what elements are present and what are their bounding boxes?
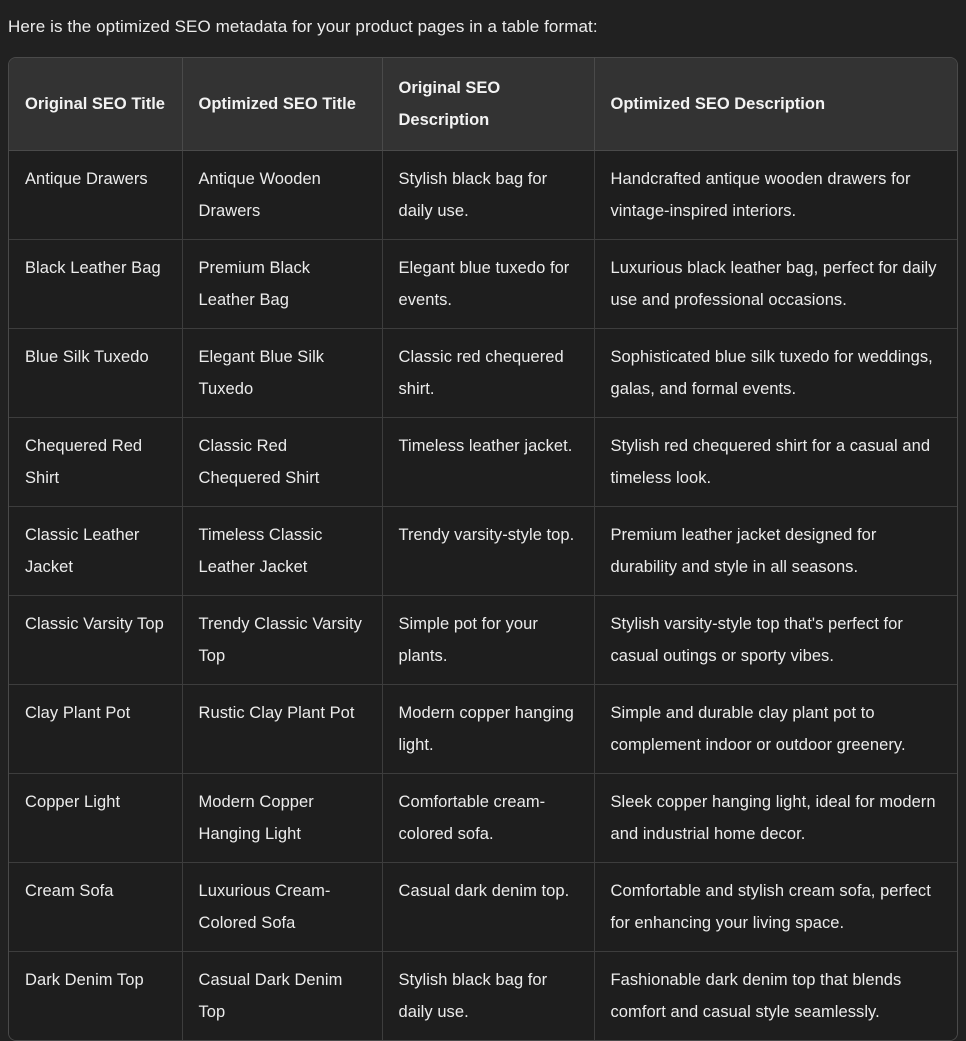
table-row: Clay Plant Pot Rustic Clay Plant Pot Mod…	[9, 684, 957, 774]
table-row: Chequered Red Shirt Classic Red Chequere…	[9, 417, 957, 507]
cell-optimized-description: Handcrafted antique wooden drawers for v…	[594, 150, 957, 240]
cell-optimized-title: Elegant Blue Silk Tuxedo	[182, 328, 383, 418]
intro-paragraph: Here is the optimized SEO metadata for y…	[8, 17, 598, 36]
assistant-response-panel: Here is the optimized SEO metadata for y…	[0, 0, 966, 1041]
table-row: Blue Silk Tuxedo Elegant Blue Silk Tuxed…	[9, 328, 957, 418]
table-row: Dark Denim Top Casual Dark Denim Top Sty…	[9, 951, 957, 1040]
cell-optimized-description: Sleek copper hanging light, ideal for mo…	[594, 773, 957, 863]
cell-optimized-title: Timeless Classic Leather Jacket	[182, 506, 383, 596]
seo-metadata-table: Original SEO Title Optimized SEO Title O…	[9, 58, 957, 1040]
column-header-original-seo-description: Original SEO Description	[382, 58, 595, 151]
table-row: Antique Drawers Antique Wooden Drawers S…	[9, 150, 957, 240]
table-header-row: Original SEO Title Optimized SEO Title O…	[9, 58, 957, 151]
cell-original-title: Clay Plant Pot	[9, 684, 183, 774]
cell-optimized-title: Modern Copper Hanging Light	[182, 773, 383, 863]
cell-original-description: Trendy varsity-style top.	[382, 506, 595, 596]
cell-original-title: Chequered Red Shirt	[9, 417, 183, 507]
cell-optimized-description: Luxurious black leather bag, perfect for…	[594, 239, 957, 329]
table-row: Cream Sofa Luxurious Cream-Colored Sofa …	[9, 862, 957, 952]
cell-original-title: Classic Leather Jacket	[9, 506, 183, 596]
cell-optimized-description: Stylish varsity-style top that's perfect…	[594, 595, 957, 685]
column-header-original-seo-title: Original SEO Title	[9, 58, 183, 151]
cell-optimized-description: Sophisticated blue silk tuxedo for weddi…	[594, 328, 957, 418]
cell-original-description: Stylish black bag for daily use.	[382, 951, 595, 1040]
cell-optimized-description: Stylish red chequered shirt for a casual…	[594, 417, 957, 507]
table-header: Original SEO Title Optimized SEO Title O…	[9, 58, 957, 151]
cell-original-description: Classic red chequered shirt.	[382, 328, 595, 418]
cell-optimized-description: Simple and durable clay plant pot to com…	[594, 684, 957, 774]
column-header-optimized-seo-title: Optimized SEO Title	[182, 58, 383, 151]
cell-optimized-title: Premium Black Leather Bag	[182, 239, 383, 329]
cell-optimized-title: Classic Red Chequered Shirt	[182, 417, 383, 507]
cell-original-description: Simple pot for your plants.	[382, 595, 595, 685]
table-row: Classic Varsity Top Trendy Classic Varsi…	[9, 595, 957, 685]
cell-original-description: Timeless leather jacket.	[382, 417, 595, 507]
cell-optimized-title: Antique Wooden Drawers	[182, 150, 383, 240]
table-body: Antique Drawers Antique Wooden Drawers S…	[9, 150, 957, 1040]
cell-original-description: Elegant blue tuxedo for events.	[382, 239, 595, 329]
cell-original-title: Copper Light	[9, 773, 183, 863]
cell-optimized-title: Rustic Clay Plant Pot	[182, 684, 383, 774]
seo-metadata-table-container: Original SEO Title Optimized SEO Title O…	[8, 57, 958, 1041]
cell-optimized-title: Casual Dark Denim Top	[182, 951, 383, 1040]
table-row: Classic Leather Jacket Timeless Classic …	[9, 506, 957, 596]
cell-optimized-description: Fashionable dark denim top that blends c…	[594, 951, 957, 1040]
cell-optimized-title: Luxurious Cream-Colored Sofa	[182, 862, 383, 952]
cell-original-title: Blue Silk Tuxedo	[9, 328, 183, 418]
cell-original-title: Black Leather Bag	[9, 239, 183, 329]
cell-original-description: Stylish black bag for daily use.	[382, 150, 595, 240]
cell-original-description: Casual dark denim top.	[382, 862, 595, 952]
column-header-optimized-seo-description: Optimized SEO Description	[594, 58, 957, 151]
cell-original-title: Dark Denim Top	[9, 951, 183, 1040]
cell-optimized-title: Trendy Classic Varsity Top	[182, 595, 383, 685]
cell-optimized-description: Comfortable and stylish cream sofa, perf…	[594, 862, 957, 952]
table-row: Copper Light Modern Copper Hanging Light…	[9, 773, 957, 863]
cell-original-description: Modern copper hanging light.	[382, 684, 595, 774]
cell-original-title: Classic Varsity Top	[9, 595, 183, 685]
cell-optimized-description: Premium leather jacket designed for dura…	[594, 506, 957, 596]
cell-original-title: Cream Sofa	[9, 862, 183, 952]
cell-original-description: Comfortable cream-colored sofa.	[382, 773, 595, 863]
cell-original-title: Antique Drawers	[9, 150, 183, 240]
table-row: Black Leather Bag Premium Black Leather …	[9, 239, 957, 329]
